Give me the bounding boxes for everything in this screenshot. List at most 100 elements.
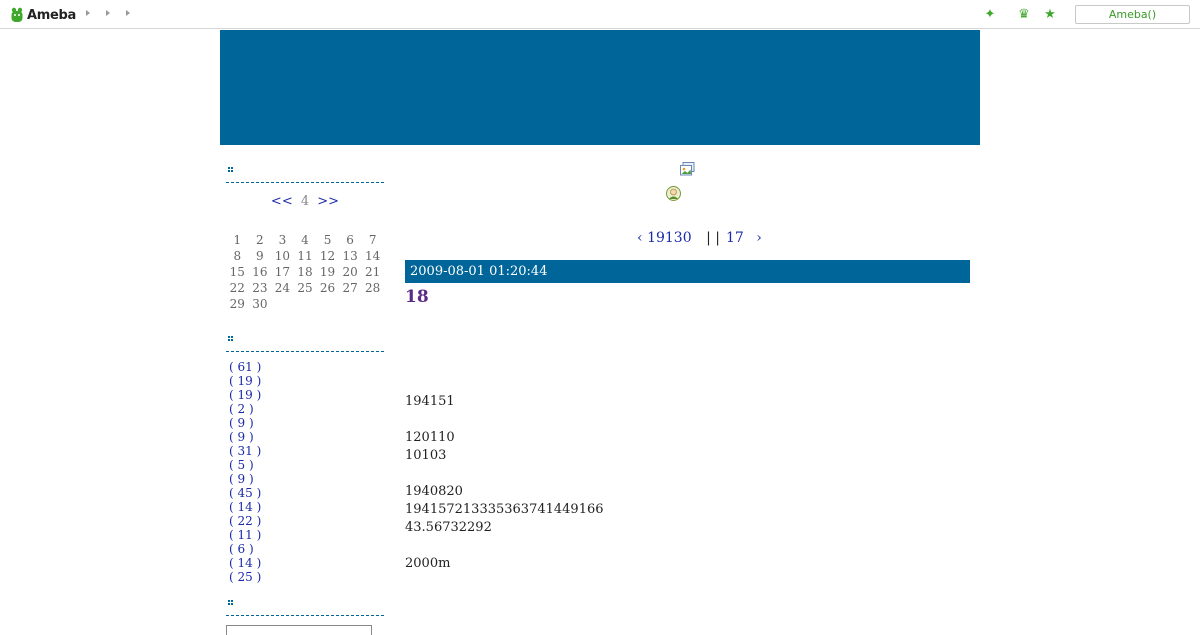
calendar-week-row: 8 9 10 11 12 13 14 (226, 248, 384, 264)
calendar-day: 23 (252, 281, 268, 295)
calendar-day: 2 (256, 233, 264, 247)
calendar-day: 8 (233, 249, 242, 263)
category-item[interactable]: ( 14 ) (229, 556, 384, 570)
calendar-month: 4 (300, 194, 310, 209)
archive-select[interactable] (226, 625, 372, 635)
calendar-day: 28 (365, 281, 381, 295)
category-item[interactable]: ( 9 ) (229, 430, 384, 444)
calendar-next-link[interactable]: >> (317, 194, 339, 209)
calendar-day: 24 (274, 281, 291, 295)
category-item[interactable]: ( 9 ) (229, 416, 384, 430)
entry-line: 19415721333536374144916​6 (405, 502, 604, 517)
entry-body: 194151 120110 10103 1940820 1941572133353637… (405, 393, 604, 573)
calendar-day: 15 (229, 265, 245, 279)
entry-pager: ‹ 19130 | | 17 › (637, 230, 762, 246)
star-icon[interactable]: ★ (1042, 6, 1058, 22)
calendar-day: 30 (252, 297, 268, 311)
sidebar: << 4 >> 1 2 3 4 5 6 7 8 9 10 11 12 13 14 15 16 17 18 19 20 2… (226, 160, 384, 635)
calendar-table: 1 2 3 4 5 6 7 8 9 10 11 12 13 14 15 16 17 18 19 20 21 22 23 24 2… (226, 232, 384, 312)
calendar-day: 14 (365, 249, 381, 263)
entry-line: 120110 (405, 430, 455, 445)
calendar-heading (226, 160, 384, 183)
calendar-day: 21 (365, 265, 381, 279)
entry-line (405, 411, 604, 429)
menu-arrow-icon[interactable] (86, 10, 90, 16)
chevron-left-icon: ‹ (637, 230, 643, 246)
calendar-prev-link[interactable]: << (271, 194, 293, 209)
category-item[interactable]: ( 2 ) (229, 402, 384, 416)
ameba-mascot-icon (11, 7, 23, 22)
calendar-day: 17 (274, 265, 291, 279)
calendar-day: 5 (323, 233, 332, 247)
category-item[interactable]: ( 25 ) (229, 570, 384, 584)
bullet-icon (228, 336, 234, 342)
entry-title[interactable]: 18 (405, 287, 429, 307)
entry-line: 194151 (405, 394, 455, 409)
entry-line: 10103 (405, 448, 447, 463)
entry-line (405, 537, 604, 555)
calendar-day: 19 (319, 265, 336, 279)
chevron-right-icon: › (756, 230, 762, 246)
calendar-week-row: 22 23 24 25 26 27 28 (226, 280, 384, 296)
calendar-day: 20 (342, 265, 358, 279)
calendar-day: 18 (297, 265, 313, 279)
calendar-day: 4 (301, 233, 309, 247)
calendar-day (316, 296, 339, 312)
bullet-icon (228, 600, 234, 606)
category-item[interactable]: ( 5 ) (229, 458, 384, 472)
menu-arrow-icon[interactable] (126, 10, 130, 16)
calendar-day: 10 (274, 249, 291, 263)
logo-text: Ameba (27, 7, 77, 23)
blog-header-banner[interactable] (220, 30, 980, 145)
category-item[interactable]: ( 22 ) (229, 514, 384, 528)
calendar-day: 11 (297, 249, 313, 263)
category-item[interactable]: ( 19 ) (229, 374, 384, 388)
entry-line: 43.56732292 (405, 520, 492, 535)
calendar-day: 3 (278, 233, 287, 247)
image-icon[interactable] (680, 162, 695, 176)
calendar-day: 7 (368, 233, 377, 247)
category-item[interactable]: ( 6 ) (229, 542, 384, 556)
user-avatar-icon[interactable] (666, 186, 681, 202)
sparkle-icon[interactable]: ✦ (982, 6, 998, 22)
calendar-week-row: 1234567 (226, 232, 384, 248)
menu-arrow-icon[interactable] (106, 10, 110, 16)
entry-line: 2000m (405, 556, 451, 571)
login-button[interactable]: Ameba() (1075, 5, 1190, 24)
calendar-week-row: 15 16 17 18 19 20 21 (226, 264, 384, 280)
category-item[interactable]: ( 11 ) (229, 528, 384, 542)
prev-entry-link[interactable]: ‹ 19130 (637, 230, 692, 246)
crown-icon[interactable]: ♛ (1016, 6, 1032, 22)
calendar-day: 27 (342, 281, 358, 295)
ameba-logo[interactable]: Ameba (10, 5, 76, 25)
calendar-day: 22 (229, 281, 245, 295)
category-item[interactable]: ( 61 ) (229, 360, 384, 374)
calendar-day (294, 296, 317, 312)
pager-separator: | | (706, 230, 720, 246)
archive-heading (226, 593, 384, 616)
calendar-nav: << 4 >> (226, 194, 384, 209)
category-item[interactable]: ( 19 ) (229, 388, 384, 402)
calendar-day: 6 (346, 233, 354, 247)
next-entry-link[interactable]: 17 › (726, 230, 762, 246)
calendar-day: 9 (256, 249, 264, 263)
calendar-day: 12 (319, 249, 336, 263)
entry-line (405, 465, 604, 483)
category-item[interactable]: ( 45 ) (229, 486, 384, 500)
top-bar: Ameba ✦ ♛ ★ Ameba() (0, 0, 1200, 29)
calendar-day (271, 296, 294, 312)
category-list: ( 61 )( 19 )( 19 )( 2 )( 9 )( 9 )( 31 )(… (229, 360, 384, 584)
calendar-day: 1 (233, 233, 242, 247)
calendar-day: 25 (297, 281, 313, 295)
bullet-icon (228, 167, 234, 173)
entry-line: 1940820 (405, 484, 463, 499)
calendar-day: 29 (229, 297, 245, 311)
category-item[interactable]: ( 9 ) (229, 472, 384, 486)
calendar-day: 16 (252, 265, 268, 279)
entry-date-bar: 2009-08-01 01:20:44 (405, 260, 970, 283)
calendar-day: 26 (319, 281, 336, 295)
category-item[interactable]: ( 31 ) (229, 444, 384, 458)
calendar-day: 13 (342, 249, 358, 263)
category-item[interactable]: ( 14 ) (229, 500, 384, 514)
calendar-day (361, 296, 384, 312)
